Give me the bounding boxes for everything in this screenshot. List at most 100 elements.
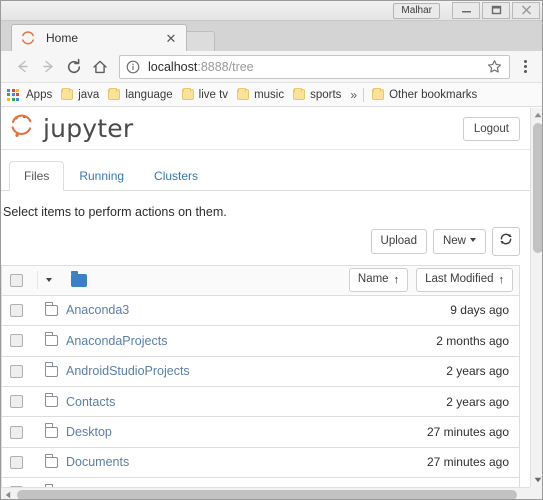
row-checkbox[interactable] xyxy=(10,303,23,317)
file-name-link[interactable]: Anaconda3 xyxy=(66,303,129,317)
table-row[interactable]: Downloads 18 hours ago xyxy=(1,478,520,487)
address-bar-host: localhost xyxy=(148,59,198,74)
file-name-link[interactable]: AndroidStudioProjects xyxy=(66,364,190,378)
tab-running[interactable]: Running xyxy=(64,161,139,191)
chevron-down-icon xyxy=(470,238,476,243)
tab-files[interactable]: Files xyxy=(9,160,65,191)
table-row[interactable]: AnacondaProjects 2 months ago xyxy=(1,326,520,357)
table-row[interactable]: Documents 27 minutes ago xyxy=(1,447,520,479)
row-checkbox[interactable] xyxy=(10,425,23,439)
row-checkbox[interactable] xyxy=(10,364,23,378)
scroll-left-arrow-icon[interactable] xyxy=(1,488,15,500)
new-dropdown-label: New xyxy=(442,234,466,247)
bookmark-item-live-tv[interactable]: live tv xyxy=(181,87,228,101)
file-name-link[interactable]: Documents xyxy=(66,455,129,469)
address-bar-path: :8888/tree xyxy=(197,59,254,74)
tab-close-icon[interactable]: ✕ xyxy=(164,32,178,45)
table-row[interactable]: AndroidStudioProjects 2 years ago xyxy=(1,356,520,387)
horizontal-scrollbar-track[interactable] xyxy=(15,488,530,499)
file-list: Anaconda3 9 days ago AnacondaProjects 2 … xyxy=(1,295,520,487)
jupyter-logo-icon xyxy=(9,111,39,146)
close-button[interactable] xyxy=(512,1,540,19)
reload-icon[interactable] xyxy=(61,54,87,80)
bookmark-apps-label: Apps xyxy=(26,88,53,101)
bookmark-item-java[interactable]: java xyxy=(61,87,100,101)
sort-ascending-arrow-icon: ↑ xyxy=(498,273,505,286)
scroll-down-arrow-icon[interactable] xyxy=(531,473,542,487)
dashboard-tabs: Files Running Clusters xyxy=(1,158,530,191)
folder-icon xyxy=(44,301,58,316)
bookmark-other-bookmarks[interactable]: Other bookmarks xyxy=(372,87,478,101)
bookmark-folder-icon xyxy=(293,87,306,100)
bookmark-star-icon[interactable] xyxy=(485,59,503,74)
row-checkbox[interactable] xyxy=(10,455,23,469)
bookmark-item-sports[interactable]: sports xyxy=(293,87,341,101)
file-list-header: Name ↑ Last Modified ↑ xyxy=(1,264,520,296)
bookmark-folder-icon xyxy=(372,87,385,100)
window-titlebar: Malhar xyxy=(1,1,542,21)
scrollbar-corner xyxy=(530,487,542,499)
file-modified-time: 2 months ago xyxy=(436,333,509,348)
row-checkbox[interactable] xyxy=(10,334,23,348)
bookmark-other-label: Other bookmarks xyxy=(389,88,478,101)
page-horizontal-scrollbar[interactable] xyxy=(1,487,542,500)
bookmark-folder-icon xyxy=(108,87,121,100)
horizontal-scrollbar-thumb[interactable] xyxy=(17,489,517,499)
address-bar[interactable]: localhost:8888/tree xyxy=(119,54,510,79)
page-vertical-scrollbar[interactable] xyxy=(530,108,542,487)
file-modified-time: 9 days ago xyxy=(450,303,509,318)
scroll-up-arrow-icon[interactable] xyxy=(531,108,542,122)
sort-by-name-button[interactable]: Name ↑ xyxy=(348,268,409,293)
sort-ascending-arrow-icon: ↑ xyxy=(393,273,400,286)
bookmark-apps[interactable]: Apps xyxy=(7,88,53,101)
minimize-button[interactable] xyxy=(452,1,480,19)
bookmark-folder-icon xyxy=(181,87,194,100)
bookmarks-bar: Apps java language live tv music sports … xyxy=(1,83,542,107)
bookmark-item-language[interactable]: language xyxy=(108,87,173,101)
file-modified-time: 2 years ago xyxy=(446,394,509,409)
jupyter-notebook-dashboard: jupyter Logout Files Running Clusters Se… xyxy=(1,108,530,487)
select-all-checkbox[interactable] xyxy=(10,273,23,287)
logout-button[interactable]: Logout xyxy=(462,116,520,141)
window-user-label: Malhar xyxy=(393,2,440,19)
bookmark-label: music xyxy=(254,88,285,101)
bookmark-label: language xyxy=(125,88,173,101)
file-name-link[interactable]: Contacts xyxy=(66,395,115,409)
jupyter-brand[interactable]: jupyter xyxy=(9,111,133,146)
folder-icon xyxy=(44,392,58,408)
table-row[interactable]: Anaconda3 9 days ago xyxy=(1,295,520,327)
upload-button[interactable]: Upload xyxy=(370,228,427,255)
vertical-scrollbar-thumb[interactable] xyxy=(533,123,542,253)
refresh-button[interactable] xyxy=(492,227,520,256)
sort-by-modified-button[interactable]: Last Modified ↑ xyxy=(416,268,513,293)
forward-arrow-icon[interactable] xyxy=(35,54,61,80)
home-icon[interactable] xyxy=(87,54,113,80)
table-row[interactable]: Contacts 2 years ago xyxy=(1,386,520,418)
bookmarks-overflow-icon[interactable]: » xyxy=(350,88,357,102)
new-dropdown-button[interactable]: New xyxy=(432,228,486,255)
file-name-link[interactable]: AnacondaProjects xyxy=(66,334,167,348)
browser-tabstrip: Home ✕ xyxy=(1,21,542,51)
file-modified-time: 2 years ago xyxy=(446,364,509,379)
tab-clusters[interactable]: Clusters xyxy=(139,161,213,191)
browser-menu-icon[interactable] xyxy=(516,55,534,79)
breadcrumb-folder-icon[interactable] xyxy=(71,270,87,287)
browser-tab-title: Home xyxy=(46,31,79,45)
file-name-link[interactable]: Desktop xyxy=(66,425,112,439)
back-arrow-icon[interactable] xyxy=(9,54,35,80)
jupyter-wordmark: jupyter xyxy=(43,114,134,143)
chevron-down-icon xyxy=(45,278,52,283)
bookmark-folder-icon xyxy=(237,87,250,100)
row-checkbox[interactable] xyxy=(10,395,23,409)
file-modified-time: 27 minutes ago xyxy=(426,455,509,470)
apps-grid-icon xyxy=(7,88,19,101)
bookmark-label: java xyxy=(78,88,100,101)
browser-tab-home[interactable]: Home ✕ xyxy=(11,24,187,51)
maximize-button[interactable] xyxy=(482,1,510,19)
table-row[interactable]: Desktop 27 minutes ago xyxy=(1,417,520,448)
folder-icon xyxy=(44,332,58,347)
window-controls xyxy=(450,1,540,20)
selection-dropdown-button[interactable] xyxy=(37,271,59,290)
info-circle-icon[interactable] xyxy=(126,60,142,74)
bookmark-item-music[interactable]: music xyxy=(237,87,285,101)
